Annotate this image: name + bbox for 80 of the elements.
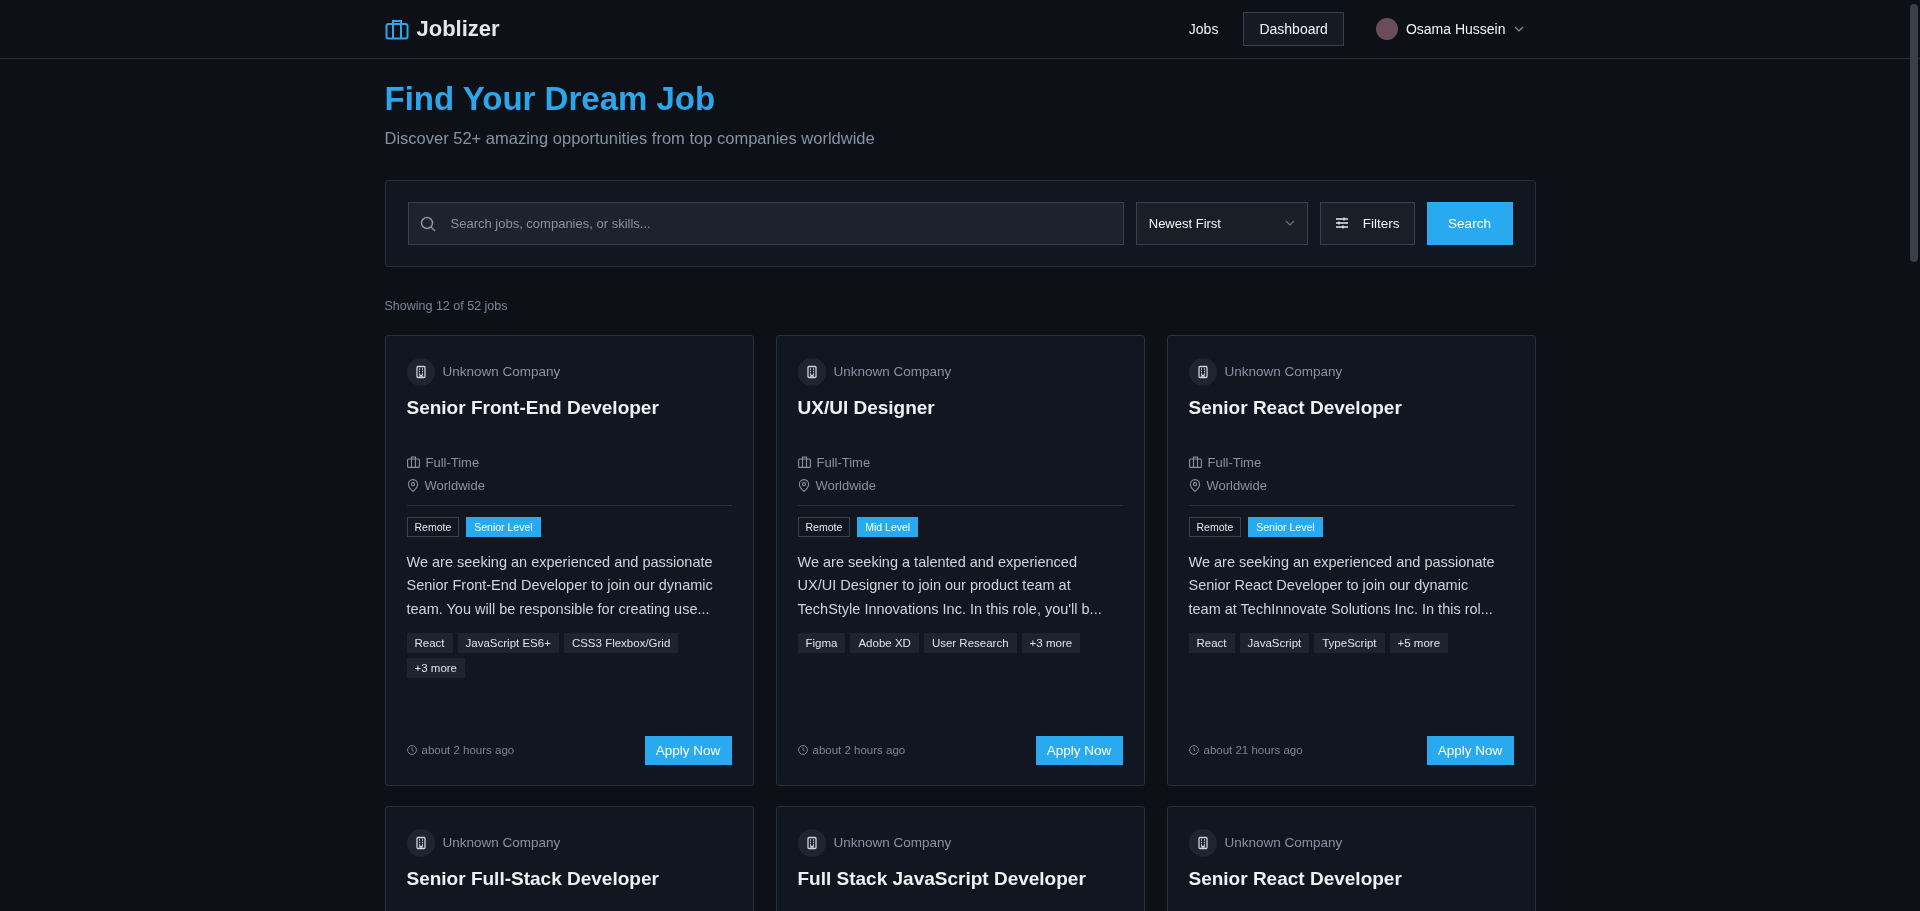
building-icon — [804, 364, 819, 379]
job-description-line: team at TechInnovate Solutions Inc. In this rol... — [1188, 599, 1494, 619]
job-title[interactable]: Senior React Developer — [1188, 396, 1402, 418]
user-menu[interactable]: Osama Hussein — [1367, 12, 1536, 46]
building-icon — [413, 835, 428, 850]
brand-name[interactable]: Joblizer — [416, 16, 500, 42]
job-description-line: UX/UI Designer to join our product team at — [797, 576, 1072, 596]
job-type: Full-Time — [816, 454, 871, 470]
job-title[interactable]: Full Stack JavaScript Developer — [797, 867, 1086, 889]
company-name: Unknown Company — [833, 364, 952, 380]
sliders-icon — [1334, 217, 1349, 230]
skill-tag: +3 more — [1021, 633, 1081, 654]
skill-tag: JavaScript ES6+ — [457, 633, 559, 654]
skill-tag: JavaScript — [1239, 633, 1310, 654]
building-icon — [804, 835, 819, 850]
level-tag: Senior Level — [1248, 516, 1323, 537]
job-location: Worldwide — [815, 477, 876, 493]
briefcase-icon — [406, 456, 420, 469]
skill-tag: React — [1188, 633, 1235, 654]
posted-time: about 2 hours ago — [812, 744, 906, 757]
sort-dropdown[interactable]: Newest First — [1135, 201, 1308, 245]
building-icon — [413, 364, 428, 379]
briefcase-icon — [1188, 456, 1202, 469]
work-mode-tag: Remote — [406, 516, 460, 537]
job-type: Full-Time — [1207, 454, 1262, 470]
job-type: Full-Time — [425, 454, 480, 470]
skill-tag: +5 more — [1389, 633, 1449, 654]
chevron-down-icon — [1284, 220, 1295, 227]
results-count: Showing 12 of 52 jobs — [384, 298, 509, 313]
job-title[interactable]: Senior Full-Stack Developer — [406, 867, 659, 889]
posted-time: about 2 hours ago — [421, 744, 515, 757]
clock-icon — [406, 745, 417, 756]
level-tag: Mid Level — [857, 516, 919, 537]
page-subtitle: Discover 52+ amazing opportunities from top companies worldwide — [384, 128, 876, 148]
company-name: Unknown Company — [1224, 364, 1343, 380]
company-name: Unknown Company — [1224, 835, 1343, 851]
building-icon — [1195, 364, 1210, 379]
job-title[interactable]: Senior Front-End Developer — [406, 396, 659, 418]
company-name: Unknown Company — [442, 835, 561, 851]
company-name: Unknown Company — [442, 364, 561, 380]
nav-link[interactable]: Jobs — [1175, 12, 1232, 46]
location-pin-icon — [406, 478, 419, 492]
work-mode-tag: Remote — [1188, 516, 1242, 537]
briefcase-icon — [797, 456, 811, 469]
avatar — [1375, 18, 1398, 40]
job-description-line: We are seeking an experienced and passionate — [406, 552, 714, 572]
skill-tag: +3 more — [406, 658, 465, 679]
page-title: Find Your Dream Job — [384, 79, 717, 119]
level-tag: Senior Level — [466, 516, 541, 537]
job-description-line: Senior Front-End Developer to join our dynamic — [406, 576, 714, 596]
skill-tag: User Research — [923, 633, 1017, 654]
skill-tag: CSS3 Flexbox/Grid — [563, 633, 679, 654]
scrollbar-thumb[interactable] — [1910, 4, 1918, 262]
nav-link[interactable]: Dashboard — [1243, 12, 1344, 46]
job-description-line: We are seeking a talented and experienced — [797, 552, 1078, 572]
skill-tag: Adobe XD — [850, 633, 919, 654]
filters-button[interactable]: Filters — [1319, 201, 1415, 245]
skill-tag: React — [406, 633, 453, 654]
clock-icon — [797, 745, 808, 756]
search-field[interactable]: Search jobs, companies, or skills... — [407, 201, 1124, 245]
posted-time: about 21 hours ago — [1203, 744, 1303, 757]
skill-tag: Figma — [797, 633, 846, 654]
job-location: Worldwide — [424, 477, 485, 493]
chevron-down-icon — [1513, 26, 1524, 32]
job-title[interactable]: Senior React Developer — [1188, 867, 1402, 889]
skill-tag: TypeScript — [1314, 633, 1385, 654]
job-description-line: Senior React Developer to join our dynamic — [1188, 576, 1470, 596]
building-icon — [1195, 835, 1210, 850]
job-description-line: We are seeking an experienced and passionate — [1188, 552, 1496, 572]
clock-icon — [1188, 745, 1199, 756]
work-mode-tag: Remote — [797, 516, 851, 537]
briefcase-icon — [384, 18, 409, 40]
job-description-line: team. You will be responsible for creating use... — [406, 599, 711, 619]
search-icon — [419, 215, 436, 232]
job-location: Worldwide — [1206, 477, 1267, 493]
company-name: Unknown Company — [833, 835, 952, 851]
job-description-line: TechStyle Innovations Inc. In this role, you'll b... — [797, 599, 1103, 619]
location-pin-icon — [1188, 478, 1201, 492]
job-title[interactable]: UX/UI Designer — [797, 396, 935, 418]
location-pin-icon — [797, 478, 810, 492]
